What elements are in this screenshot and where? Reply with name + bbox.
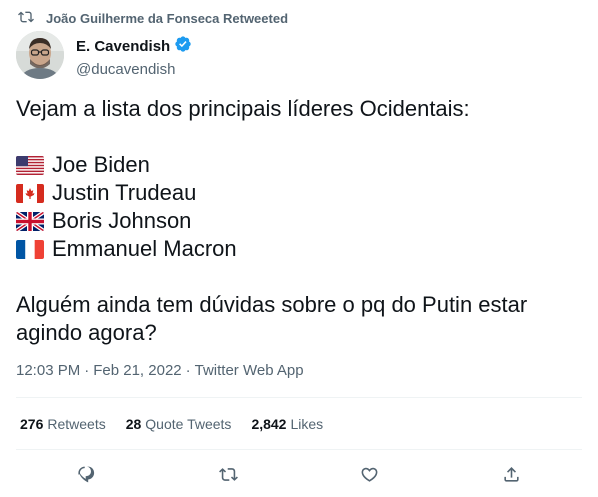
reply-button[interactable] [70, 460, 104, 488]
us-flag-icon [16, 155, 44, 175]
uk-flag-icon [16, 211, 44, 231]
likes-count: 2,842 [251, 416, 287, 432]
canada-flag-icon [16, 183, 44, 203]
likes-label: Likes [290, 416, 324, 432]
leader-line: Boris Johnson [16, 207, 576, 235]
divider [16, 449, 582, 450]
separator: · [84, 362, 90, 379]
france-flag-icon [16, 239, 44, 259]
quote-tweets-count: 28 [125, 416, 142, 432]
retweets-label: Retweets [47, 416, 106, 432]
leader-name: Joe Biden [52, 152, 150, 177]
likes-stat[interactable]: 2,842 Likes [251, 416, 323, 432]
tweet-time-link[interactable]: 12:03 PM · Feb 21, 2022 [16, 362, 182, 379]
avatar[interactable] [16, 31, 64, 79]
leader-name: Justin Trudeau [52, 180, 197, 205]
leader-line: Joe Biden [16, 151, 576, 179]
engagement-stats: 276 Retweets 28 Quote Tweets 2,842 Likes [20, 416, 323, 432]
leader-name: Boris Johnson [52, 208, 192, 233]
verified-badge-icon [174, 35, 192, 58]
retweet-icon [18, 9, 34, 28]
divider [16, 397, 582, 398]
retweeted-by-link[interactable]: João Guilherme da Fonseca Retweeted [46, 11, 288, 26]
author-handle[interactable]: @ducavendish [76, 61, 192, 78]
tweet-date: Feb 21, 2022 [93, 362, 182, 379]
author-block: E. Cavendish @ducavendish [76, 35, 192, 78]
tweet-time: 12:03 PM [16, 362, 81, 379]
tweet-source-link[interactable]: Twitter Web App [195, 362, 304, 379]
reply-icon [78, 466, 95, 482]
share-button[interactable] [494, 460, 528, 488]
retweet-header: João Guilherme da Fonseca Retweeted [18, 9, 288, 27]
tweet-intro: Vejam a lista dos principais líderes Oci… [16, 96, 470, 121]
quote-tweets-label: Quote Tweets [145, 416, 232, 432]
retweet-button[interactable] [211, 460, 245, 488]
tweet-metadata: 12:03 PM · Feb 21, 2022 · Twitter Web App [16, 362, 304, 379]
tweet-actions [16, 460, 582, 488]
retweets-stat[interactable]: 276 Retweets [20, 416, 106, 432]
tweet-question: Alguém ainda tem dúvidas sobre o pq do P… [16, 292, 528, 345]
quote-tweets-stat[interactable]: 28 Quote Tweets [126, 416, 232, 432]
leader-name: Emmanuel Macron [52, 236, 237, 261]
leader-line: Justin Trudeau [16, 179, 576, 207]
author-display-name[interactable]: E. Cavendish [76, 38, 170, 55]
leader-line: Emmanuel Macron [16, 235, 576, 263]
share-icon [504, 466, 519, 482]
retweets-count: 276 [20, 416, 44, 432]
tweet-text: Vejam a lista dos principais líderes Oci… [16, 95, 576, 347]
separator: · [185, 362, 191, 379]
like-button[interactable] [353, 460, 387, 488]
like-icon [361, 467, 378, 482]
retweet-icon [218, 467, 238, 481]
